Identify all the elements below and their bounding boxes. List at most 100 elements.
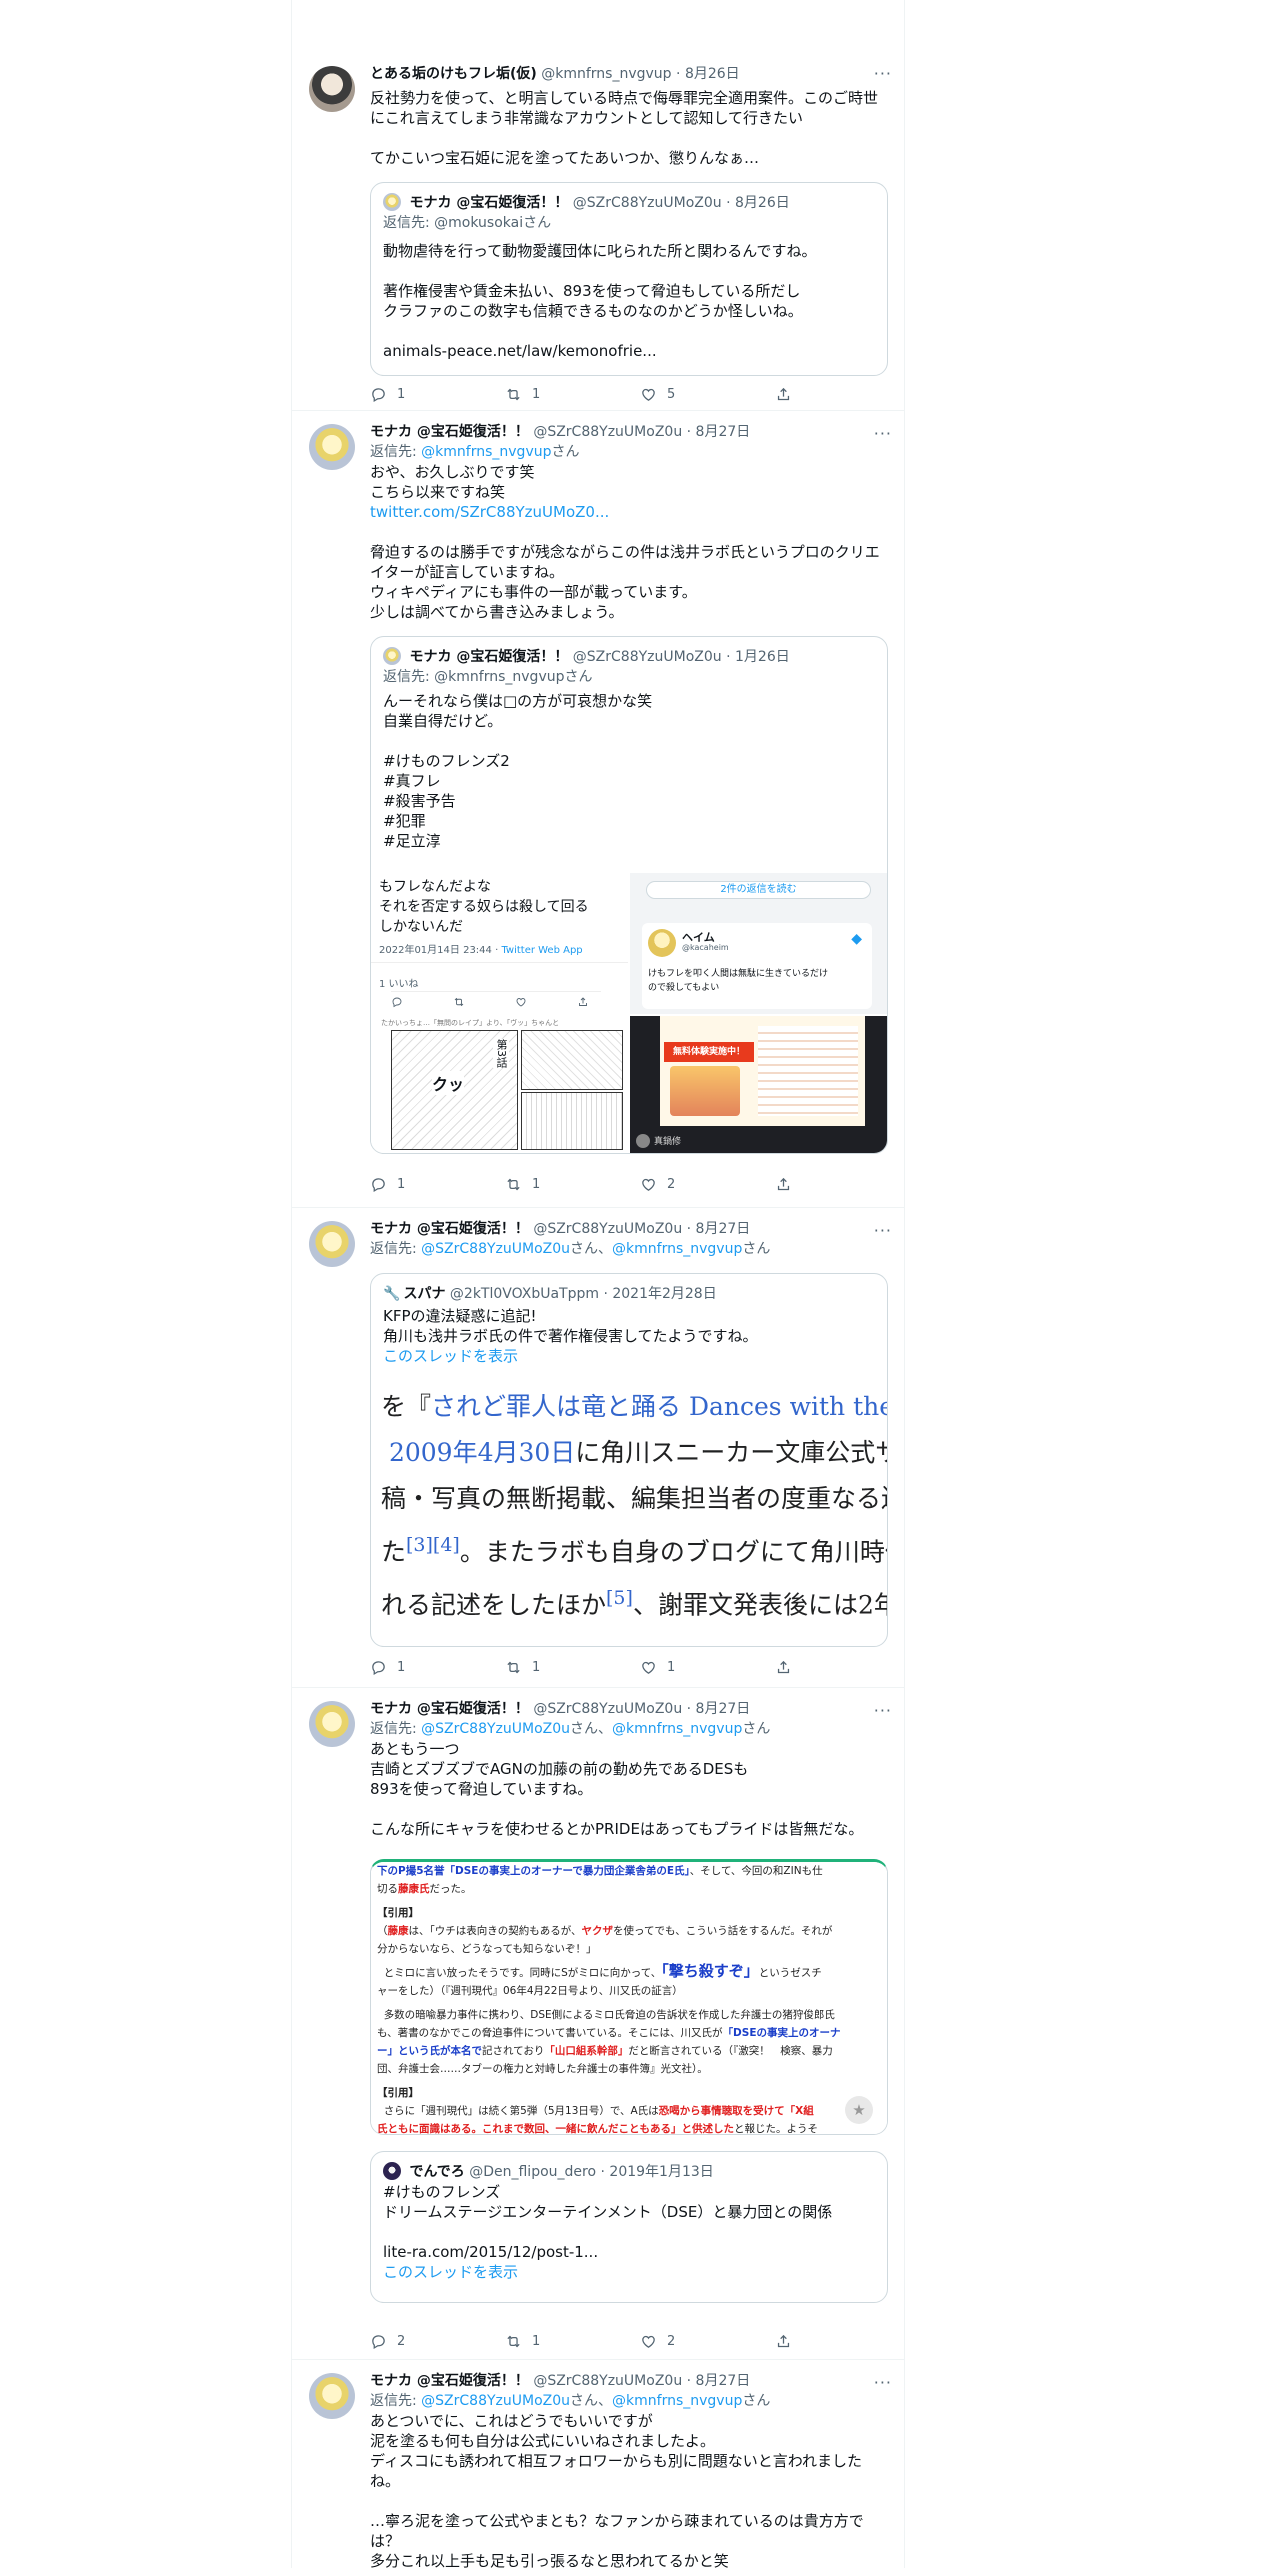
display-name[interactable]: モナカ @宝石姫復活！！ [370,424,529,440]
like-button[interactable]: 2 [640,2333,675,2350]
display-name: モナカ @宝石姫復活！！ [409,195,569,211]
web-banner: 無料体験実施中！ [664,1042,754,1062]
reply-button[interactable]: 1 [370,1176,405,1193]
like-button[interactable]: 2 [640,1176,675,1193]
read-replies-button: 2件の返信を読む [646,881,871,899]
avatar [636,1134,650,1148]
quoted-tweet[interactable]: モナカ @宝石姫復活！！ @SZrC88YzuUMoZ0u · 8月26日 返信… [370,182,888,376]
action-bar: 1 1 2 [370,1176,810,1196]
reply-handle-link[interactable]: @SZrC88YzuUMoZ0u [421,1721,570,1737]
retweet-button[interactable]: 1 [505,1176,540,1193]
share-button[interactable] [775,1176,792,1193]
reply-handle-link[interactable]: @kmnfrns_nvgvup [612,2393,742,2409]
commenter-name: 真鍋修 [654,1137,682,1147]
timestamp[interactable]: 8月26日 [685,66,740,82]
timestamp: 2019年1月13日 [609,2164,714,2180]
wiki-fragment: 、謝罪文発表後には2年 [632,1590,887,1620]
media-image[interactable]: 2件の返信を読む ヘイム @kacaheim ◆ けもフレを叩く人間は無駄に生き… [630,873,887,1014]
quoted-tweet[interactable]: でんでろ @Den_flipou_dero · 2019年1月13日 #けものフ… [370,2151,888,2303]
avatar[interactable] [309,424,355,470]
timestamp[interactable]: 8月27日 [696,2373,751,2389]
article-fragment: 「DSEの事実上のオーナ [722,2027,841,2039]
wiki-screenshot[interactable]: を『されど罪人は竜と踊る Dances with the D 2009年4月30… [371,1380,887,1630]
handle[interactable]: @SZrC88YzuUMoZ0u [533,424,682,440]
show-thread-link[interactable]: このスレッドを表示 [383,2262,875,2282]
like-icon [640,2333,657,2350]
display-name[interactable]: モナカ @宝石姫復活！！ [370,2373,529,2389]
timestamp[interactable]: 8月27日 [696,1701,751,1717]
like-button[interactable]: 1 [640,1659,675,1676]
article-fragment: ャーをした）（『週刊現代』06年4月22日号より、川又氏の証言） [377,1985,683,1997]
display-name[interactable]: とある垢のけもフレ垢(仮) [370,66,537,82]
retweet-button[interactable]: 1 [505,2333,540,2350]
media-image[interactable]: 無料体験実施中！ 真鍋修 [630,1016,887,1153]
reply-handle-link[interactable]: @kmnfrns_nvgvup [612,1241,742,1257]
share-button[interactable] [775,1659,792,1676]
image-time-text: 2022年01月14日 23:44 · [379,945,502,956]
tweet[interactable]: ··· モナカ @宝石姫復活！！ @SZrC88YzuUMoZ0u · 8月27… [292,410,904,1208]
manga-panel [521,1030,623,1090]
action-bar: 2 1 2 [370,2333,810,2353]
tweet-text: 脅迫するのは勝手ですが残念ながらこの件は浅井ラボ氏というプロのクリエイターが証言… [370,543,880,621]
handle[interactable]: @kmnfrns_nvgvup [541,66,671,82]
tweet[interactable]: ··· モナカ @宝石姫復活！！ @SZrC88YzuUMoZ0u · 8月27… [292,1687,904,2360]
share-icon [775,2333,792,2350]
quote-header: でんでろ @Den_flipou_dero · 2019年1月13日 [383,2162,875,2182]
reply-button[interactable]: 2 [370,2333,405,2350]
tweet[interactable]: ··· モナカ @宝石姫復活！！ @SZrC88YzuUMoZ0u · 8月27… [292,1207,904,1688]
media-image[interactable]: もフレなんだよな それを否定する奴らは殺して回る しかないんだ 2022年01月… [371,873,628,1014]
article-fragment: 分からないなら、どうなっても知らないぞ！」 [377,1943,597,1955]
manga-title: 第3話 [493,1039,509,1068]
display-name[interactable]: モナカ @宝石姫復活！！ [370,1221,529,1237]
timestamp[interactable]: 8月27日 [696,1221,751,1237]
reply-handle: @kmnfrns_nvgvup [434,669,565,685]
reply-prefix: 返信先: [383,669,435,685]
handle[interactable]: @SZrC88YzuUMoZ0u [533,1221,682,1237]
reply-handle-link[interactable]: @SZrC88YzuUMoZ0u [421,1241,570,1257]
retweet-button[interactable]: 1 [505,386,540,403]
share-button[interactable] [775,2333,792,2350]
avatar[interactable] [309,66,355,112]
media-image[interactable]: たかいっちょ…「無問のレイプ」より、「ヴッ」ちゃんと 第3話 クッ [371,1016,628,1153]
media-image[interactable]: 下のP撮5名誉「DSEの事実上のオーナーで暴力団企業舎弟のE氏」、そして、今回の… [370,1859,888,2135]
like-count: 2 [667,2334,676,2349]
avatar[interactable] [309,1221,355,1267]
show-thread-link[interactable]: このスレッドを表示 [383,1346,875,1366]
wiki-fragment: 。またラボも自身のブログにて角川時代の [459,1537,887,1567]
reply-button[interactable]: 1 [370,386,405,403]
star-icon[interactable]: ★ [845,2096,873,2124]
image-actions [391,991,601,1006]
reply-handle-link[interactable]: @SZrC88YzuUMoZ0u [421,2393,570,2409]
reply-handle-link[interactable]: @kmnfrns_nvgvup [421,444,551,460]
avatar[interactable] [309,2373,355,2419]
tweet[interactable]: ··· モナカ @宝石姫復活！！ @SZrC88YzuUMoZ0u · 8月27… [292,2359,904,2570]
image-app: Twitter Web App [501,945,583,956]
reply-suffix: さん [564,669,593,685]
web-screenshot: 無料体験実施中！ [660,1016,865,1126]
embedded-card: ヘイム @kacaheim ◆ けもフレを叩く人間は無駄に生きているだけ ので殺… [642,923,872,1009]
article-fragment: 記されており [482,2045,545,2057]
avatar [648,929,676,957]
display-name[interactable]: モナカ @宝石姫復活！！ [370,1701,529,1717]
illustration [670,1066,740,1116]
quoted-tweet[interactable]: 🔧 スパナ @2kTl0VOXbUaTppm · 2021年2月28日 KFPの… [370,1273,888,1647]
quote-text: んーそれなら僕は□の方が可哀想かな笑 自業自得だけど。 #けものフレンズ2 #真… [383,692,653,850]
wiki-text: を『されど罪人は竜と踊る Dances with the D 2009年4月30… [371,1380,887,1629]
tweet[interactable]: ··· とある垢のけもフレ垢(仮) @kmnfrns_nvgvup · 8月26… [292,50,904,411]
article-fragment: 下のP撮5名誉 [377,1865,445,1877]
timestamp[interactable]: 8月27日 [696,424,751,440]
share-button[interactable] [775,386,792,403]
quoted-tweet[interactable]: モナカ @宝石姫復活！！ @SZrC88YzuUMoZ0u · 1月26日 返信… [370,636,888,1154]
separator: · [682,2373,696,2389]
handle[interactable]: @SZrC88YzuUMoZ0u [533,1701,682,1717]
like-button[interactable]: 5 [640,386,675,403]
avatar[interactable] [309,1701,355,1747]
reply-button[interactable]: 1 [370,1659,405,1676]
reply-handle-link[interactable]: @kmnfrns_nvgvup [612,1721,742,1737]
article-fragment: 恐喝から事情聴取を受けて「X組 [658,2105,814,2117]
avatar [383,2162,401,2180]
quote-text: 動物虐待を行って動物愛護団体に叱られた所と関わるんですね。 著作権侵害や賃金未払… [383,242,817,360]
retweet-button[interactable]: 1 [505,1659,540,1676]
tweet-link[interactable]: twitter.com/SZrC88YzuUMoZ0... [370,502,888,522]
handle[interactable]: @SZrC88YzuUMoZ0u [533,2373,682,2389]
